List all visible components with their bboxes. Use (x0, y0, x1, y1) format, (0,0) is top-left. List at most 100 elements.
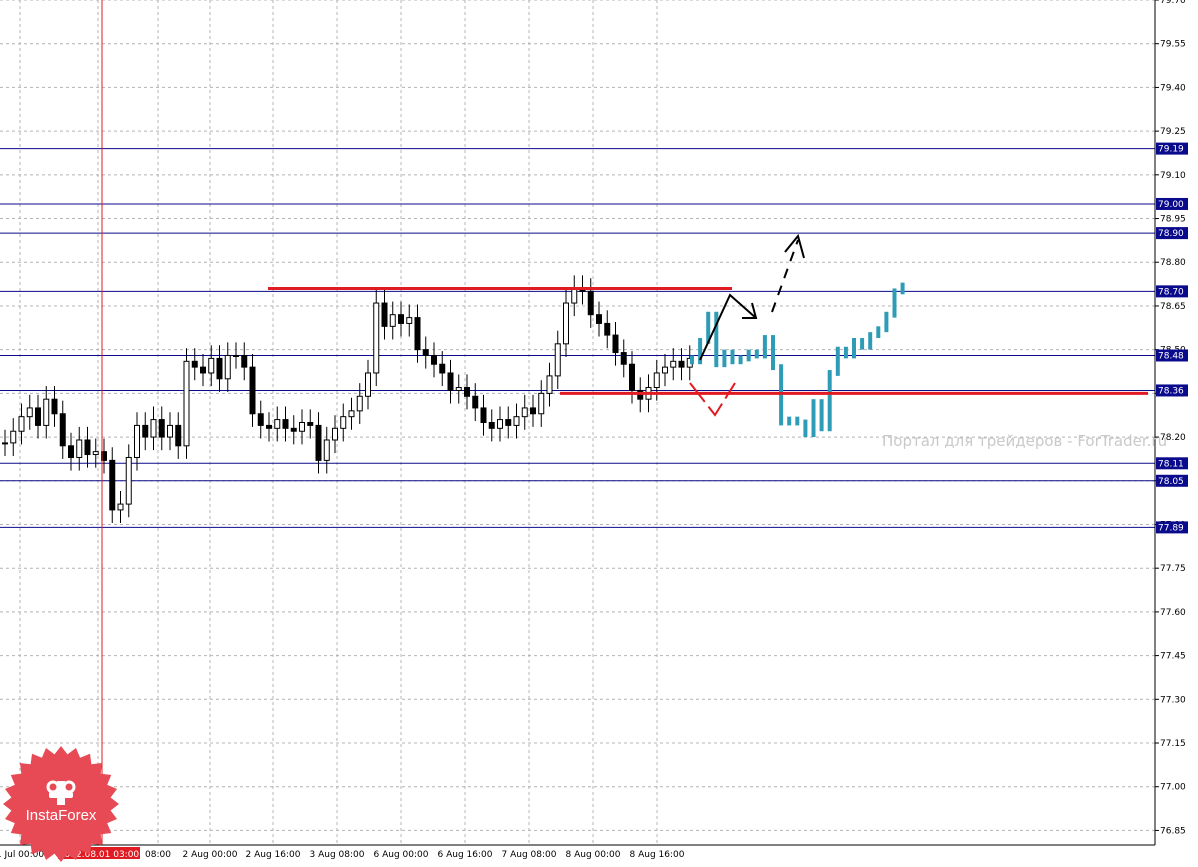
candle-body (414, 317, 421, 351)
candle-body (241, 354, 248, 368)
candle-body (629, 363, 635, 391)
candle-body (282, 419, 289, 429)
candle-body (505, 419, 512, 426)
price-chart: 2012.08.01 03:00 79.7079.5579.4079.2579.… (0, 0, 1188, 860)
candle-body (150, 419, 157, 438)
logo-text: InstaForex (25, 807, 97, 824)
projection-bar (819, 399, 824, 432)
y-tick-label: 79.70 (1160, 0, 1186, 6)
y-tick-label: 77.00 (1160, 783, 1186, 793)
candle-body (620, 352, 627, 365)
candle-body (125, 456, 132, 505)
candle-body (587, 290, 594, 316)
projection-bar (860, 338, 865, 350)
candle-body (596, 314, 602, 324)
candle-body (455, 387, 462, 391)
candle-body (365, 372, 371, 397)
candle-body (307, 422, 314, 426)
candle-body (299, 422, 305, 432)
candle-body (257, 413, 264, 426)
level-badge-label: 78.36 (1158, 386, 1184, 396)
candle-body (513, 416, 520, 426)
candle-body (315, 424, 322, 461)
candle-body (249, 366, 256, 415)
alt-scenario-arrow (689, 382, 736, 417)
level-badge-label: 78.05 (1158, 477, 1184, 487)
projection-bar (835, 346, 840, 376)
candle-body (381, 302, 388, 327)
candle-body (612, 334, 619, 354)
candle-body (678, 360, 685, 368)
candle-body (167, 424, 173, 438)
candle-body (68, 445, 74, 458)
candle-body (142, 424, 149, 438)
candle-body (538, 392, 545, 415)
candle-body (530, 407, 536, 415)
y-tick-label: 77.30 (1160, 695, 1186, 705)
x-tick-label: 7 Aug 08:00 (502, 850, 557, 860)
candle-body (59, 413, 66, 447)
y-tick-label: 79.40 (1160, 83, 1186, 93)
projection-bar (900, 282, 905, 295)
candle-body (398, 314, 404, 324)
candle-body (546, 375, 553, 394)
candle-body (216, 357, 223, 380)
projection-bar (738, 355, 743, 365)
level-badge-label: 78.11 (1158, 459, 1184, 469)
candle-body (10, 430, 17, 444)
y-tick-label: 79.25 (1160, 127, 1186, 137)
y-tick-label: 78.65 (1160, 302, 1186, 312)
y-tick-label: 77.75 (1160, 564, 1186, 574)
projection-bar (762, 335, 767, 359)
candle-body (563, 302, 569, 345)
level-badge-label: 79.00 (1158, 200, 1184, 210)
x-tick-label: 8 Aug 16:00 (630, 850, 685, 860)
candle-body (92, 451, 99, 456)
candle-body (373, 302, 380, 374)
level-badge-label: 77.89 (1158, 523, 1184, 533)
projection-bar (746, 349, 751, 362)
candle-body (662, 366, 668, 374)
level-badge-label: 78.90 (1158, 229, 1184, 239)
candle-body (488, 422, 495, 429)
candle-body (431, 354, 437, 365)
y-tick-label: 76.85 (1160, 826, 1186, 836)
candle-body (266, 424, 272, 429)
projection-bar (884, 311, 889, 333)
level-badge-label: 78.70 (1158, 287, 1184, 297)
projection-bar (730, 349, 735, 365)
candle-body (389, 314, 396, 327)
projection-bar (771, 335, 775, 371)
candle-body (134, 424, 140, 458)
cursor-line: 2012.08.01 03:00 (58, 0, 140, 860)
candle-body (200, 366, 206, 374)
candle-body (604, 322, 611, 336)
candle-body (480, 407, 487, 423)
candle-body (117, 503, 124, 511)
x-tick-label: 3 Aug 08:00 (310, 850, 365, 860)
candle-body (183, 360, 190, 447)
y-tick-label: 78.95 (1160, 215, 1186, 225)
x-tick-label: 2 Aug 16:00 (246, 850, 301, 860)
candle-body (290, 427, 297, 432)
candle-body (653, 372, 660, 389)
horizontal-levels (0, 148, 1155, 528)
candle-body (332, 427, 338, 441)
candle-body (109, 459, 116, 511)
x-tick-label: 6 Aug 16:00 (438, 850, 493, 860)
candle-body (447, 372, 454, 391)
projection-bar (722, 349, 727, 368)
level-badge-label: 78.48 (1158, 351, 1184, 361)
chart-grid (0, 0, 1155, 845)
price-axis: 79.70 79.55 79.40 79.25 79.10 78.95 78.80 78.65… (1154, 0, 1188, 845)
projection-bar (892, 288, 897, 318)
candle-body (274, 419, 281, 429)
candle-body (472, 395, 479, 409)
x-tick-label: 6 Aug 00:00 (374, 850, 429, 860)
candle-body (356, 395, 363, 412)
candle-body (18, 416, 25, 432)
candle-body (175, 424, 182, 447)
x-tick-label: 08:00 (145, 850, 171, 860)
candle-body (521, 407, 528, 418)
forecast-dashed-arrowhead (784, 233, 805, 259)
